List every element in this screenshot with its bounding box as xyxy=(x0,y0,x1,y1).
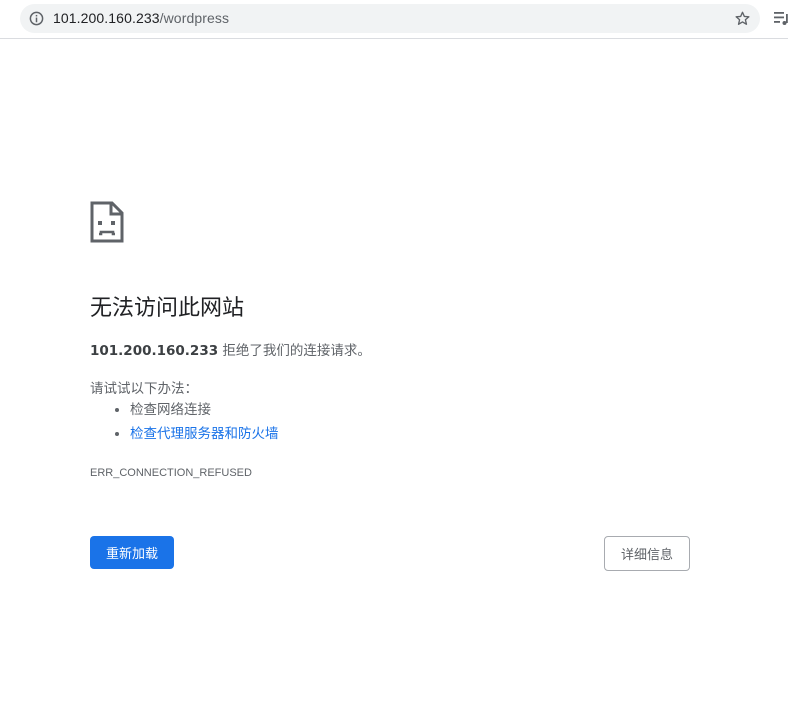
details-button[interactable]: 详细信息 xyxy=(604,536,690,571)
error-description: 101.200.160.233 拒绝了我们的连接请求。 xyxy=(90,339,371,359)
suggestions-list: 检查网络连接 检查代理服务器和防火墙 xyxy=(90,400,279,448)
sad-page-icon xyxy=(90,201,124,243)
error-title: 无法访问此网站 xyxy=(90,296,245,321)
info-icon[interactable] xyxy=(29,11,44,26)
reading-list-icon[interactable] xyxy=(773,11,788,26)
error-code: ERR_CONNECTION_REFUSED xyxy=(90,467,252,479)
suggestion-check-proxy-firewall-link[interactable]: 检查代理服务器和防火墙 xyxy=(130,426,279,442)
suggestion-check-network: 检查网络连接 xyxy=(130,402,211,418)
star-icon[interactable] xyxy=(734,10,751,27)
reload-button[interactable]: 重新加载 xyxy=(90,536,174,569)
browser-toolbar: 101.200.160.233/wordpress xyxy=(0,0,788,39)
suggestion-item: 检查代理服务器和防火墙 xyxy=(130,424,279,448)
url-path: /wordpress xyxy=(159,10,230,26)
suggestions-heading: 请试试以下办法： xyxy=(90,381,198,397)
error-description-text: 拒绝了我们的连接请求。 xyxy=(218,343,371,359)
suggestion-item: 检查网络连接 xyxy=(130,400,279,424)
reload-icon[interactable] xyxy=(0,10,7,26)
address-bar[interactable]: 101.200.160.233/wordpress xyxy=(20,4,760,33)
url-text[interactable]: 101.200.160.233/wordpress xyxy=(53,10,229,26)
url-host: 101.200.160.233 xyxy=(53,10,160,26)
error-host: 101.200.160.233 xyxy=(90,343,219,359)
